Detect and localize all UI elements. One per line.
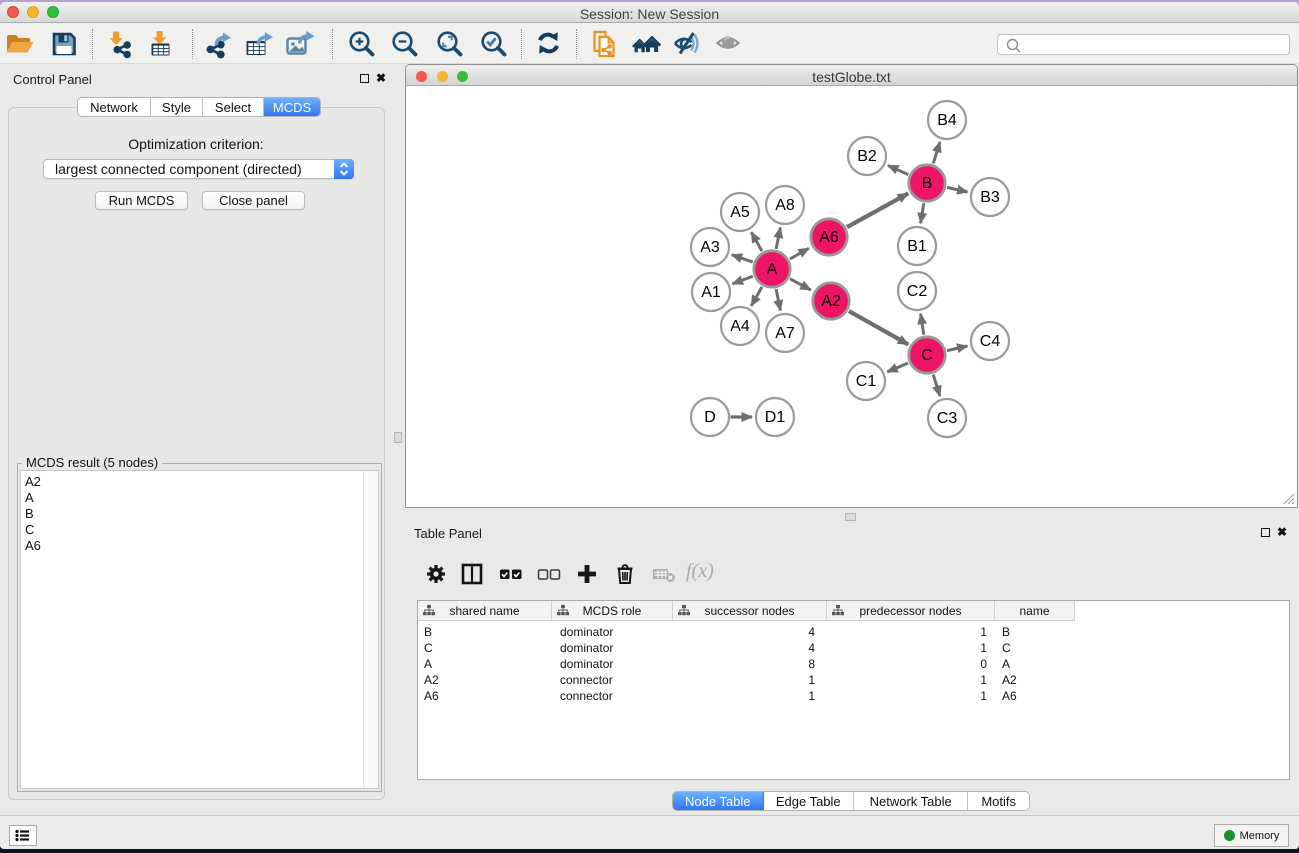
- svg-text:A5: A5: [730, 204, 750, 221]
- svg-text:C: C: [921, 347, 933, 364]
- svg-text:A3: A3: [700, 239, 720, 256]
- svg-text:B2: B2: [857, 148, 877, 165]
- svg-text:A8: A8: [775, 197, 795, 214]
- svg-text:B3: B3: [980, 189, 1000, 206]
- svg-text:B4: B4: [937, 112, 957, 129]
- svg-text:A6: A6: [819, 229, 839, 246]
- svg-text:A: A: [767, 261, 778, 278]
- svg-text:C4: C4: [980, 333, 1001, 350]
- svg-text:C1: C1: [856, 373, 877, 390]
- svg-text:C2: C2: [907, 283, 928, 300]
- svg-text:B: B: [922, 175, 933, 192]
- svg-text:A2: A2: [821, 293, 841, 310]
- svg-text:A4: A4: [730, 318, 750, 335]
- svg-text:C3: C3: [937, 410, 958, 427]
- svg-text:D: D: [704, 409, 716, 426]
- svg-text:B1: B1: [907, 238, 927, 255]
- svg-text:D1: D1: [765, 409, 786, 426]
- svg-text:A1: A1: [701, 284, 721, 301]
- svg-text:A7: A7: [775, 325, 795, 342]
